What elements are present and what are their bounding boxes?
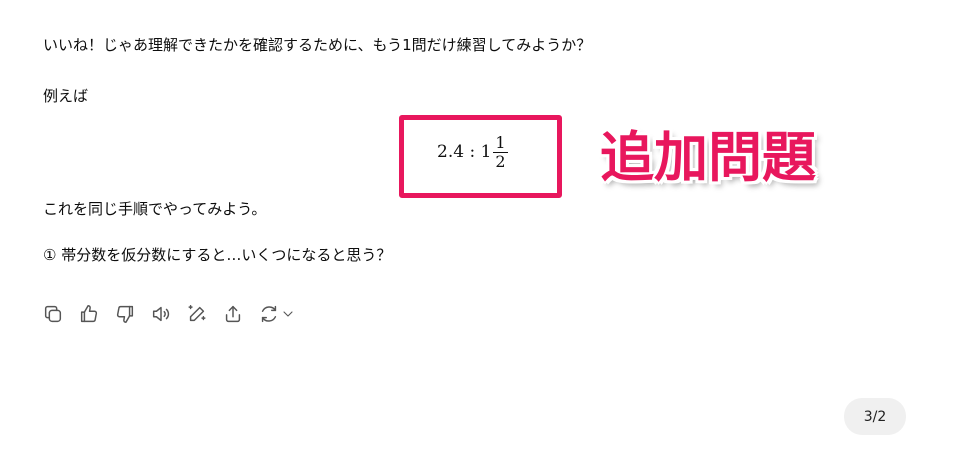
share-button[interactable]: [222, 302, 258, 326]
response-pager[interactable]: 3/2: [844, 398, 906, 435]
message-line-example: 例えば: [43, 87, 89, 105]
thumbs-down-icon: [116, 305, 134, 323]
dislike-button[interactable]: [114, 302, 150, 326]
regenerate-icon: [261, 305, 277, 323]
edit-button[interactable]: [186, 302, 222, 326]
regenerate-button[interactable]: [258, 302, 318, 326]
message-line-instruction: これを同じ手順でやってみよう。: [43, 200, 267, 218]
edit-icon: [188, 305, 206, 322]
share-icon: [225, 305, 241, 323]
message-line-question: ① 帯分数を仮分数にすると…いくつになると思う？: [43, 246, 392, 264]
highlight-box: [399, 115, 562, 198]
read-aloud-icon: [152, 306, 170, 322]
copy-button[interactable]: [42, 302, 78, 326]
copy-icon: [44, 305, 62, 323]
message-line-intro: いいね！じゃあ理解できたかを確認するために、もう1問だけ練習してみようか？: [43, 36, 592, 54]
callout-label: 追加問題: [600, 126, 816, 189]
thumbs-up-icon: [80, 305, 98, 323]
message-actions: [42, 302, 318, 326]
read-aloud-button[interactable]: [150, 302, 186, 326]
chevron-down-icon: [283, 311, 293, 317]
like-button[interactable]: [78, 302, 114, 326]
